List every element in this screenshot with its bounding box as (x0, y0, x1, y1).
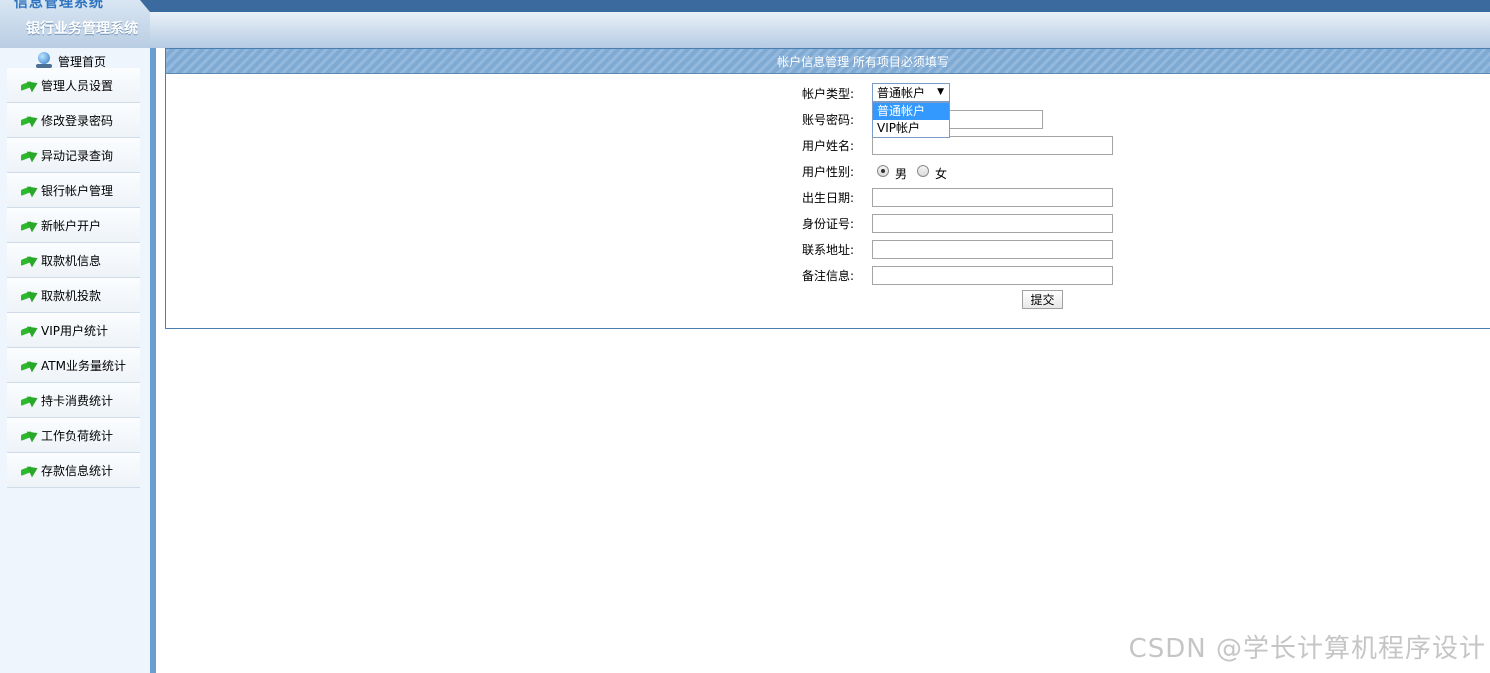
account-type-selected-value: 普通帐户 (877, 86, 926, 100)
sidebar-item-atm-volume-stats[interactable]: ATM业务量统计 (7, 348, 140, 383)
green-arrow-icon (21, 219, 39, 231)
green-arrow-icon (21, 184, 39, 196)
system-title: 银行业务管理系统 (26, 21, 138, 37)
sidebar-item-change-password[interactable]: 修改登录密码 (7, 103, 140, 138)
sidebar-item-account-management[interactable]: 银行帐户管理 (7, 173, 140, 208)
gender-female-label: 女 (935, 166, 948, 181)
green-arrow-icon (21, 394, 39, 406)
sidebar-item-label: 新帐户开户 (41, 218, 102, 233)
id-number-field[interactable] (872, 213, 1113, 233)
address-label: 联系地址: (802, 242, 855, 257)
panel-header: 帐户信息管理 所有项目必须填写 (166, 49, 1490, 74)
note-field[interactable] (872, 265, 1113, 285)
password-label: 账号密码: (802, 112, 855, 127)
sidebar-item-label: 异动记录查询 (41, 148, 114, 163)
sidebar-item-label: 工作负荷统计 (41, 428, 114, 443)
row-gender: 用户性别: 男 女 (802, 161, 957, 181)
name-field[interactable] (872, 135, 1113, 155)
sidebar-item-label: VIP用户统计 (41, 323, 108, 338)
green-arrow-icon (21, 149, 39, 161)
gender-male-radio[interactable] (877, 165, 889, 177)
name-label: 用户姓名: (802, 138, 855, 153)
account-type-dropdown: 普通帐户 VIP帐户 (872, 102, 950, 138)
sidebar-nav: 管理人员设置 修改登录密码 异动记录查询 银行帐户管理 新帐户开户 取款机信息 … (7, 68, 140, 488)
chevron-down-icon: ▼ (937, 87, 944, 97)
sidebar-item-workload-stats[interactable]: 工作负荷统计 (7, 418, 140, 453)
green-arrow-icon (21, 79, 39, 91)
address-field[interactable] (872, 239, 1113, 259)
sidebar-item-label: 持卡消费统计 (41, 393, 114, 408)
green-arrow-icon (21, 289, 39, 301)
sidebar-item-open-account[interactable]: 新帐户开户 (7, 208, 140, 243)
header-strip (140, 0, 1490, 12)
green-arrow-icon (21, 359, 39, 371)
sidebar-item-label: 取款机投款 (41, 288, 102, 303)
sidebar-item-label: ATM业务量统计 (41, 358, 126, 373)
row-account-type: 帐户类型: (802, 83, 872, 103)
green-arrow-icon (21, 429, 39, 441)
panel-title: 帐户信息管理 所有项目必须填写 (777, 54, 949, 69)
sidebar-home-label: 管理首页 (58, 54, 107, 69)
sidebar: 管理首页 管理人员设置 修改登录密码 异动记录查询 银行帐户管理 新帐户开户 取… (0, 48, 150, 673)
account-type-select[interactable]: 普通帐户 ▼ (872, 83, 950, 102)
birthdate-field[interactable] (872, 187, 1113, 207)
header-band (150, 12, 1490, 48)
gender-male-label: 男 (895, 166, 908, 181)
sidebar-item-label: 取款机信息 (41, 253, 102, 268)
sidebar-item-card-spending-stats[interactable]: 持卡消费统计 (7, 383, 140, 418)
row-address: 联系地址: (802, 239, 1113, 259)
sidebar-item-deposit-stats[interactable]: 存款信息统计 (7, 453, 140, 488)
birthdate-label: 出生日期: (802, 190, 855, 205)
row-name: 用户姓名: (802, 135, 1113, 155)
row-id-number: 身份证号: (802, 213, 1113, 233)
note-label: 备注信息: (802, 268, 855, 283)
account-type-label: 帐户类型: (802, 86, 855, 101)
sidebar-item-label: 存款信息统计 (41, 463, 114, 478)
gender-female-radio[interactable] (917, 165, 930, 177)
account-type-option-normal[interactable]: 普通帐户 (873, 103, 949, 120)
green-arrow-icon (21, 114, 39, 126)
logo-text: 信息管理系统 (14, 0, 104, 11)
sidebar-item-admin-settings[interactable]: 管理人员设置 (7, 68, 140, 103)
sidebar-item-change-log[interactable]: 异动记录查询 (7, 138, 140, 173)
sidebar-item-vip-stats[interactable]: VIP用户统计 (7, 313, 140, 348)
sidebar-item-atm-deposit[interactable]: 取款机投款 (7, 278, 140, 313)
gender-label: 用户性别: (802, 164, 855, 179)
green-arrow-icon (21, 254, 39, 266)
sidebar-item-label: 银行帐户管理 (41, 183, 114, 198)
sidebar-item-label: 管理人员设置 (41, 78, 114, 93)
sidebar-item-label: 修改登录密码 (41, 113, 114, 128)
row-birthdate: 出生日期: (802, 187, 1113, 207)
account-form-panel: 帐户信息管理 所有项目必须填写 帐户类型: 普通帐户 ▼ 账号密码: 普通帐户 … (165, 48, 1490, 329)
account-type-option-vip[interactable]: VIP帐户 (873, 120, 949, 137)
row-note: 备注信息: (802, 265, 1113, 285)
id-number-label: 身份证号: (802, 216, 855, 231)
green-arrow-icon (21, 464, 39, 476)
green-arrow-icon (21, 324, 39, 336)
sidebar-divider (150, 48, 156, 673)
sidebar-item-atm-info[interactable]: 取款机信息 (7, 243, 140, 278)
watermark: CSDN @学长计算机程序设计 (1128, 634, 1486, 664)
submit-button[interactable]: 提交 (1022, 290, 1063, 309)
